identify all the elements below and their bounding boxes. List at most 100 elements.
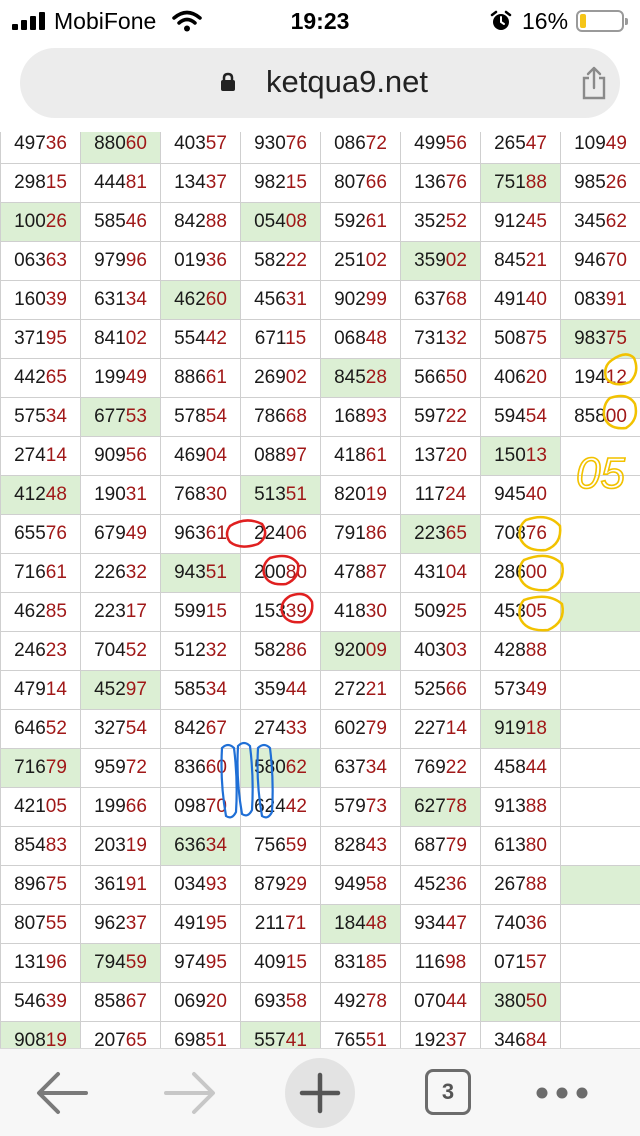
table-cell: 45297 (80, 670, 161, 710)
table-cell: 84521 (480, 241, 561, 281)
address-bar[interactable]: ketqua9.net (20, 48, 620, 118)
last-two-digits: 51 (365, 1030, 387, 1048)
last-two-digits: 47 (445, 913, 467, 934)
last-two-digits: 12 (605, 367, 627, 388)
last-two-digits: 61 (365, 445, 387, 466)
number-prefix: 251 (334, 250, 366, 271)
table-cell: 90819 (0, 1021, 81, 1048)
number-prefix: 513 (254, 484, 286, 505)
table-row: 447914452975853435944272215256657349 (0, 670, 640, 710)
url-text[interactable]: ketqua9.net (266, 64, 428, 100)
number-prefix: 497 (14, 133, 46, 154)
number-prefix: 418 (334, 601, 366, 622)
last-two-digits: 48 (365, 913, 387, 934)
table-cell: 67949 (80, 514, 161, 554)
last-two-digits: 05 (525, 601, 547, 622)
last-two-digits: 67 (125, 991, 147, 1012)
table-cell: 45305 (480, 592, 561, 632)
number-prefix: 019 (174, 250, 206, 271)
table-cell: 71661 (0, 553, 81, 593)
last-two-digits: 36 (445, 874, 467, 895)
share-icon[interactable] (580, 66, 608, 100)
number-prefix: 854 (14, 835, 46, 856)
number-prefix: 286 (494, 562, 526, 583)
table-cell: 70876 (480, 514, 561, 554)
last-two-digits: 66 (445, 679, 467, 700)
back-arrow-icon[interactable] (30, 1061, 94, 1125)
last-two-digits: 46 (125, 211, 147, 232)
number-prefix: 069 (174, 991, 206, 1012)
last-two-digits: 02 (285, 367, 307, 388)
table-cell: 27221 (320, 670, 401, 710)
number-prefix: 361 (94, 874, 126, 895)
last-two-digits: 44 (525, 757, 547, 778)
number-prefix: 211 (254, 913, 286, 934)
number-prefix: 624 (254, 796, 286, 817)
number-prefix: 525 (414, 679, 446, 700)
number-prefix: 919 (494, 718, 526, 739)
last-two-digits: 93 (365, 406, 387, 427)
table-cell: 59915 (160, 592, 241, 632)
last-two-digits: 68 (285, 406, 307, 427)
number-prefix: 983 (574, 328, 606, 349)
last-two-digits: 96 (45, 952, 67, 973)
number-prefix: 117 (414, 484, 446, 505)
number-prefix: 751 (494, 172, 526, 193)
table-cell: 76922 (400, 748, 481, 788)
table-cell: 13437 (160, 163, 241, 203)
last-two-digits: 99 (365, 289, 387, 310)
last-two-digits: 60 (125, 133, 147, 154)
last-two-digits: 14 (45, 445, 67, 466)
number-prefix: 345 (574, 211, 606, 232)
last-two-digits: 00 (525, 562, 547, 583)
table-cell: 26547 (480, 132, 561, 164)
number-prefix: 153 (254, 601, 286, 622)
results-table-viewport[interactable]: 8497368806040357930760867249956265471094… (0, 132, 640, 1048)
last-two-digits: 51 (205, 1030, 227, 1048)
forward-arrow-icon[interactable] (158, 1061, 222, 1125)
table-cell: 63734 (320, 748, 401, 788)
table-row: 965576679499636122406791862236570876 (0, 514, 640, 554)
table-cell: 50875 (480, 319, 561, 359)
number-prefix: 499 (414, 133, 446, 154)
table-cell: 19949 (80, 358, 161, 398)
tabs-icon[interactable]: 3 (425, 1069, 471, 1115)
last-two-digits: 75 (45, 874, 67, 895)
table-cell: 61380 (480, 826, 561, 866)
last-two-digits: 60 (205, 757, 227, 778)
number-prefix: 359 (414, 250, 446, 271)
table-cell: 76551 (320, 1021, 401, 1048)
table-row: 6160396313446260456319029963768491400839… (0, 280, 640, 320)
table-cell: 57349 (480, 670, 561, 710)
number-prefix: 886 (174, 367, 206, 388)
last-two-digits: 00 (605, 406, 627, 427)
table-cell: 79186 (320, 514, 401, 554)
more-dots-icon[interactable] (530, 1061, 594, 1125)
table-cell: 42105 (0, 787, 81, 827)
number-prefix: 453 (494, 601, 526, 622)
table-cell: 41861 (320, 436, 401, 476)
last-two-digits: 43 (365, 835, 387, 856)
table-row: 141248190317683051351820191172494540 (0, 475, 640, 515)
table-cell: 69358 (240, 982, 321, 1022)
table-cell: 09870 (160, 787, 241, 827)
last-two-digits: 48 (45, 484, 67, 505)
last-two-digits: 81 (125, 172, 147, 193)
table-cell: 58222 (240, 241, 321, 281)
table-cell: 22714 (400, 709, 481, 749)
number-prefix: 223 (414, 523, 446, 544)
last-two-digits: 19 (365, 484, 387, 505)
number-prefix: 982 (254, 172, 286, 193)
table-cell (560, 709, 640, 749)
table-row: 8497368806040357930760867249956265471094… (0, 132, 640, 164)
table-cell: 22317 (80, 592, 161, 632)
last-two-digits: 70 (205, 796, 227, 817)
table-cell: 40915 (240, 943, 321, 983)
last-two-digits: 65 (445, 523, 467, 544)
number-prefix: 945 (494, 484, 526, 505)
number-prefix: 687 (414, 835, 446, 856)
number-prefix: 265 (494, 133, 526, 154)
new-tab-plus-icon[interactable] (284, 1057, 356, 1129)
number-prefix: 557 (254, 1030, 286, 1048)
table-cell: 45631 (240, 280, 321, 320)
